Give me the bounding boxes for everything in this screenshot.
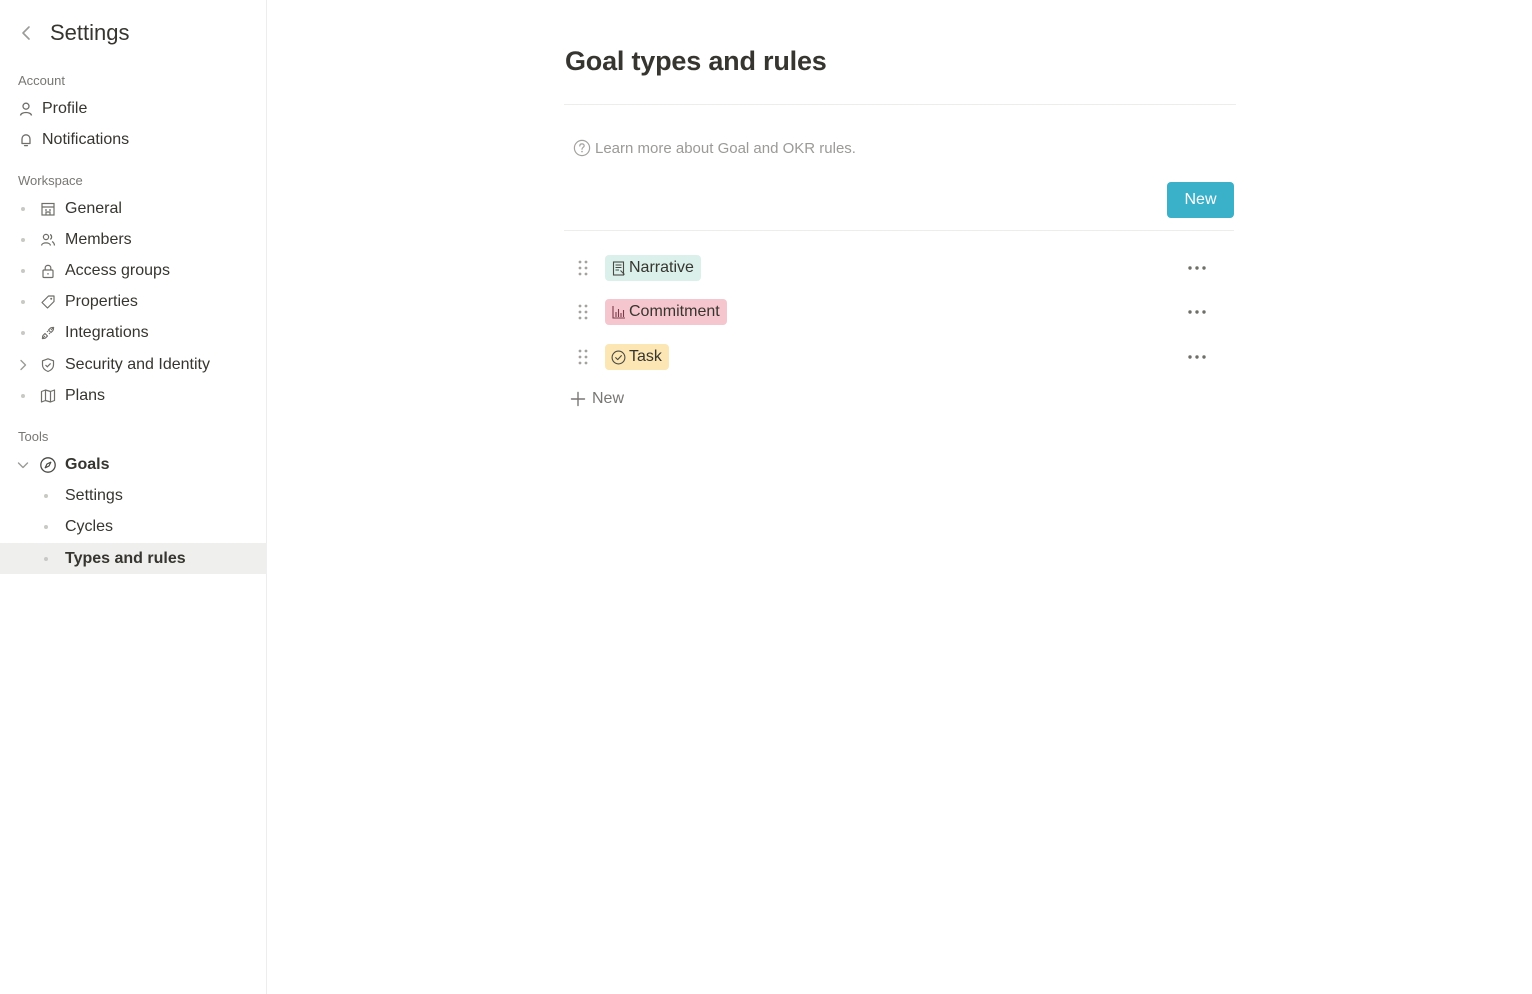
bullet: [16, 389, 30, 403]
drag-handle-icon[interactable]: [578, 348, 588, 366]
sidebar-item-goals-settings[interactable]: Settings: [0, 480, 267, 511]
chevron-left-icon[interactable]: [18, 24, 34, 42]
sidebar-item-label: Notifications: [42, 130, 130, 148]
question-circle-icon: [573, 139, 591, 157]
goal-type-label: Commitment: [629, 303, 720, 320]
sidebar-item-label: Goals: [65, 455, 110, 473]
sidebar-item-members[interactable]: Members: [0, 224, 267, 255]
sidebar-item-cycles[interactable]: Cycles: [0, 511, 267, 542]
goal-type-row: Commitment: [564, 292, 1234, 332]
sidebar-item-label: Types and rules: [65, 549, 186, 567]
bullet: [16, 233, 30, 247]
bullet: [16, 264, 30, 278]
bullet: [16, 295, 30, 309]
sidebar-item-types-and-rules[interactable]: Types and rules: [0, 543, 267, 574]
settings-sidebar: Settings Account Profile Notifications W…: [0, 0, 267, 994]
goal-type-row: Task: [564, 337, 1234, 377]
plug-icon: [39, 324, 57, 342]
sidebar-item-label: Settings: [65, 486, 123, 504]
add-new-label: New: [592, 390, 625, 407]
more-options-icon[interactable]: [1180, 258, 1214, 278]
shield-icon: [39, 356, 57, 374]
sidebar-header: Settings: [0, 18, 267, 48]
sidebar-item-label: Members: [65, 230, 132, 248]
sidebar-item-access-groups[interactable]: Access groups: [0, 255, 267, 286]
sidebar-item-properties[interactable]: Properties: [0, 286, 267, 317]
sidebar-item-label: Integrations: [65, 323, 149, 341]
new-goal-type-button[interactable]: New: [1167, 182, 1234, 218]
more-options-icon[interactable]: [1180, 347, 1214, 367]
bullet: [39, 552, 53, 566]
bullet: [39, 489, 53, 503]
divider: [564, 230, 1234, 231]
document-icon: [611, 260, 626, 276]
plus-icon: [570, 391, 586, 407]
sidebar-item-label: Security and Identity: [65, 355, 210, 373]
members-icon: [39, 231, 57, 249]
chevron-right-icon[interactable]: [16, 358, 30, 372]
goal-type-pill-commitment[interactable]: Commitment: [605, 299, 727, 325]
lock-icon: [39, 262, 57, 280]
sidebar-item-label: Plans: [65, 386, 106, 404]
bar-chart-icon: [611, 305, 626, 320]
more-options-icon[interactable]: [1180, 302, 1214, 322]
sidebar-item-label: Profile: [42, 99, 88, 117]
bullet: [16, 202, 30, 216]
check-circle-icon: [611, 350, 626, 365]
sidebar-item-label: Access groups: [65, 261, 170, 279]
help-link-text[interactable]: Learn more about Goal and OKR rules.: [595, 140, 856, 157]
section-label-account: Account: [18, 73, 65, 88]
page-title: Goal types and rules: [565, 46, 827, 76]
chevron-down-icon[interactable]: [16, 458, 30, 472]
bullet: [39, 520, 53, 534]
building-icon: [39, 200, 57, 218]
compass-icon: [39, 456, 57, 474]
help-link[interactable]: Learn more about Goal and OKR rules.: [573, 139, 856, 157]
sidebar-item-label: Properties: [65, 292, 138, 310]
tag-icon: [39, 293, 57, 311]
goal-type-row: Narrative: [564, 248, 1234, 288]
drag-handle-icon[interactable]: [578, 303, 588, 321]
goal-type-pill-task[interactable]: Task: [605, 344, 669, 370]
sidebar-item-notifications[interactable]: Notifications: [0, 124, 267, 155]
goal-type-label: Task: [629, 348, 662, 365]
map-icon: [39, 387, 57, 405]
goal-type-pill-narrative[interactable]: Narrative: [605, 255, 701, 281]
section-label-tools: Tools: [18, 429, 49, 444]
sidebar-item-goals[interactable]: Goals: [0, 449, 267, 480]
person-icon: [17, 100, 35, 118]
sidebar-item-security[interactable]: Security and Identity: [0, 349, 267, 380]
sidebar-title: Settings: [50, 20, 130, 45]
bullet: [16, 326, 30, 340]
sidebar-item-general[interactable]: General: [0, 193, 267, 224]
divider: [564, 104, 1236, 105]
sidebar-item-label: Cycles: [65, 517, 114, 535]
sidebar-item-label: General: [65, 199, 122, 217]
sidebar-item-profile[interactable]: Profile: [0, 93, 267, 124]
section-label-workspace: Workspace: [18, 173, 83, 188]
main-content: Goal types and rules Learn more about Go…: [267, 0, 1532, 994]
add-new-goal-type[interactable]: New: [570, 390, 624, 408]
bell-icon: [17, 131, 35, 149]
drag-handle-icon[interactable]: [578, 259, 588, 277]
sidebar-item-plans[interactable]: Plans: [0, 380, 267, 411]
goal-type-label: Narrative: [629, 259, 694, 276]
sidebar-item-integrations[interactable]: Integrations: [0, 317, 267, 348]
